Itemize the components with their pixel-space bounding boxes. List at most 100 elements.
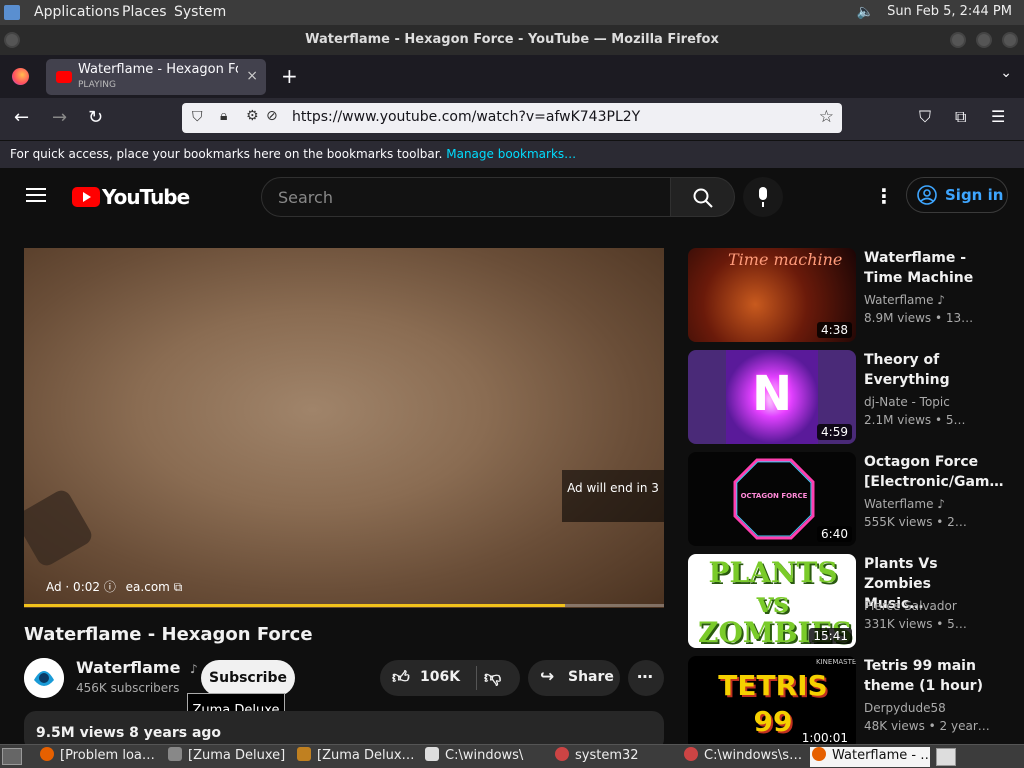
tab-youtube[interactable]: Waterflame - Hexagon Force PLAYING × bbox=[46, 59, 266, 95]
tracking-shield-icon[interactable]: ⛉ bbox=[192, 109, 203, 125]
recommendation-channel[interactable]: Waterflame ♪ bbox=[864, 497, 945, 511]
recommendation-meta: 8.9M views • 13… bbox=[864, 311, 974, 325]
app-menu-icon[interactable]: ☰ bbox=[991, 107, 1005, 126]
divider bbox=[476, 666, 477, 690]
top-panel: Applications Places System 🔈 Sun Feb 5, … bbox=[0, 0, 1024, 25]
recommendation-item[interactable]: PLANTS vs ZOMBIES 15:41 Plants Vs Zombie… bbox=[688, 554, 1008, 648]
folder-icon bbox=[168, 747, 182, 761]
taskbar-item[interactable]: [Zuma Deluxe] bbox=[168, 747, 286, 767]
like-count[interactable]: 106K bbox=[420, 669, 460, 685]
recommendation-channel[interactable]: Waterflame ♪ bbox=[864, 293, 945, 307]
like-dislike-group: 👍︎ 106K 👎︎ bbox=[380, 660, 520, 696]
recommendation-channel[interactable]: dj-Nate - Topic bbox=[864, 395, 950, 409]
lock-icon[interactable]: 🔒︎ bbox=[220, 108, 227, 124]
taskbar-item[interactable]: system32 bbox=[555, 747, 673, 767]
more-horizontal-icon: ⋯ bbox=[637, 667, 653, 686]
wine-icon bbox=[555, 747, 569, 761]
search-button[interactable] bbox=[671, 177, 735, 217]
recommendation-item[interactable]: N 4:59 Theory of Everything dj-Nate - To… bbox=[688, 350, 1008, 444]
menu-places[interactable]: Places bbox=[122, 4, 167, 20]
taskbar-item[interactable]: C:\windows\ bbox=[425, 747, 543, 767]
subscribe-button[interactable]: Subscribe bbox=[201, 660, 295, 696]
recommendation-thumbnail[interactable]: PLANTS vs ZOMBIES 15:41 bbox=[688, 554, 856, 648]
show-desktop-icon[interactable] bbox=[2, 748, 22, 765]
sign-in-label: Sign in bbox=[945, 186, 1004, 204]
url-bar[interactable]: ⛉ 🔒︎ ⚙ ⊘ https://www.youtube.com/watch?v… bbox=[182, 103, 842, 133]
ad-domain-link[interactable]: ea.com bbox=[126, 580, 170, 594]
back-icon[interactable]: ← bbox=[14, 107, 29, 128]
thumbs-down-icon[interactable]: 👎︎ bbox=[484, 667, 501, 688]
views-and-date: 9.5M views 8 years ago bbox=[36, 725, 222, 741]
forward-icon[interactable]: → bbox=[52, 107, 67, 128]
volume-icon[interactable]: 🔈 bbox=[857, 4, 874, 20]
firefox-view-icon[interactable] bbox=[12, 68, 29, 85]
clock[interactable]: Sun Feb 5, 2:44 PM bbox=[887, 4, 1012, 19]
ad-progress-fill bbox=[24, 604, 565, 607]
search-icon bbox=[693, 188, 713, 208]
permissions-icon[interactable]: ⚙ bbox=[246, 108, 259, 124]
more-options-icon[interactable]: ⋮ bbox=[874, 184, 894, 208]
sign-in-button[interactable]: Sign in bbox=[906, 177, 1008, 213]
pocket-icon[interactable]: ⛉ bbox=[919, 107, 931, 127]
recommendation-item[interactable]: OCTAGON FORCE 6:40 Octagon Force [Electr… bbox=[688, 452, 1008, 546]
channel-avatar[interactable] bbox=[24, 658, 64, 698]
manage-bookmarks-link[interactable]: Manage bookmarks… bbox=[446, 147, 576, 161]
hamburger-menu-icon[interactable] bbox=[26, 184, 46, 206]
share-button[interactable]: ↪ Share bbox=[528, 660, 620, 696]
recommendation-meta: 2.1M views • 5… bbox=[864, 413, 966, 427]
taskbar-item-active[interactable]: Waterflame - … bbox=[810, 747, 930, 767]
recommendation-title[interactable]: Tetris 99 main theme (1 hour) bbox=[864, 656, 984, 696]
maximize-button[interactable] bbox=[976, 32, 992, 48]
list-all-tabs-icon[interactable]: ⌄ bbox=[1000, 65, 1012, 81]
tab-playing-label: PLAYING bbox=[78, 80, 116, 90]
channel-name[interactable]: Waterflame ♪ bbox=[76, 658, 198, 677]
voice-search-button[interactable] bbox=[743, 177, 783, 217]
recommendation-thumbnail[interactable]: N 4:59 bbox=[688, 350, 856, 444]
ad-label: Ad · 0:02 bbox=[46, 580, 101, 594]
autoplay-blocked-icon[interactable]: ⊘ bbox=[266, 108, 278, 124]
menu-applications[interactable]: Applications bbox=[34, 4, 120, 20]
minimize-button[interactable] bbox=[950, 32, 966, 48]
search-input[interactable]: Search bbox=[261, 177, 671, 217]
close-window-button[interactable] bbox=[1002, 32, 1018, 48]
duration-badge: 6:40 bbox=[817, 526, 852, 542]
firefox-icon bbox=[812, 747, 826, 761]
music-note-icon: ♪ bbox=[190, 662, 198, 676]
info-icon[interactable]: ⓘ bbox=[104, 580, 120, 594]
recommendation-title[interactable]: Theory of Everything bbox=[864, 350, 984, 390]
ad-skip-countdown: Ad will end in 3 bbox=[562, 470, 664, 522]
recommendation-thumbnail[interactable]: Time machine 4:38 bbox=[688, 248, 856, 342]
bookmark-star-icon[interactable]: ☆ bbox=[819, 107, 834, 127]
window-titlebar[interactable]: Waterflame - Hexagon Force - YouTube — M… bbox=[0, 25, 1024, 55]
taskbar-item[interactable]: [Zuma Delux… bbox=[297, 747, 415, 767]
recommendation-channel[interactable]: Derpydude58 bbox=[864, 701, 946, 715]
extensions-icon[interactable]: ⧉ bbox=[955, 107, 966, 127]
recommendation-thumbnail[interactable]: KINEMASTER TETRIS 99 1:00:01 bbox=[688, 656, 856, 750]
ad-progress-bar[interactable] bbox=[24, 604, 664, 607]
duration-badge: 4:59 bbox=[817, 424, 852, 440]
menu-system[interactable]: System bbox=[174, 4, 226, 20]
more-actions-button[interactable]: ⋯ bbox=[628, 660, 664, 696]
video-title: Waterflame - Hexagon Force bbox=[24, 624, 313, 645]
ad-info: Ad · 0:02 ⓘ ea.com ⧉ bbox=[46, 578, 182, 595]
recommendation-title[interactable]: Waterflame - Time Machine bbox=[864, 248, 984, 288]
tray-firefox-icon[interactable] bbox=[936, 748, 956, 766]
bottom-taskbar: [Problem loa… [Zuma Deluxe] [Zuma Delux…… bbox=[0, 744, 1024, 768]
video-player[interactable]: Ad will end in 3 Ad · 0:02 ⓘ ea.com ⧉ bbox=[24, 248, 664, 608]
new-tab-button[interactable]: + bbox=[281, 64, 298, 88]
thumbs-up-icon[interactable]: 👍︎ bbox=[392, 667, 410, 688]
recommendation-item[interactable]: KINEMASTER TETRIS 99 1:00:01 Tetris 99 m… bbox=[688, 656, 1008, 750]
recommendation-thumbnail[interactable]: OCTAGON FORCE 6:40 bbox=[688, 452, 856, 546]
url-text[interactable]: https://www.youtube.com/watch?v=afwK743P… bbox=[292, 109, 640, 125]
external-link-icon: ⧉ bbox=[173, 580, 183, 594]
reload-icon[interactable]: ↻ bbox=[88, 107, 103, 128]
close-tab-icon[interactable]: × bbox=[246, 68, 258, 84]
distro-logo-icon[interactable] bbox=[4, 5, 20, 20]
video-frame-object bbox=[24, 487, 95, 569]
recommendation-channel[interactable]: Pierce Salvador bbox=[864, 599, 957, 613]
taskbar-item[interactable]: C:\windows\s… bbox=[684, 747, 802, 767]
recommendation-item[interactable]: Time machine 4:38 Waterflame - Time Mach… bbox=[688, 248, 1008, 342]
share-label: Share bbox=[568, 669, 614, 685]
recommendation-title[interactable]: Octagon Force [Electronic/Gam… bbox=[864, 452, 1003, 492]
taskbar-item[interactable]: [Problem loa… bbox=[40, 747, 160, 767]
